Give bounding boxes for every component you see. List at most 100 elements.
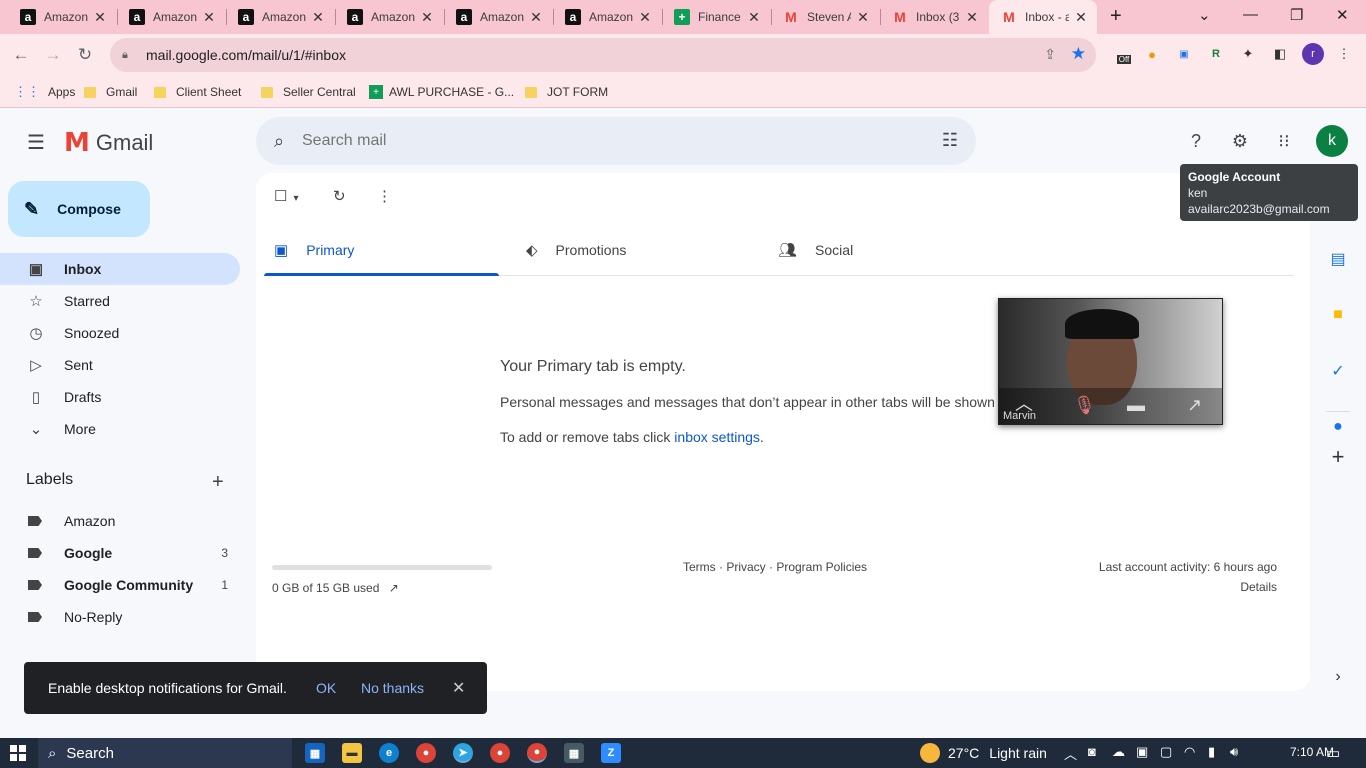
close-icon[interactable]: ✕ (964, 9, 980, 26)
keep-icon[interactable]: ■ (1328, 305, 1348, 325)
telegram-icon[interactable]: ➤ (453, 743, 473, 763)
browser-tab[interactable]: a Amazon ✕ (226, 0, 334, 34)
tab-social[interactable]: 👥︎ Social (778, 223, 853, 277)
calculator-icon[interactable]: ▦ (564, 743, 584, 763)
chevron-up-icon[interactable]: ︿ (1064, 744, 1077, 763)
close-icon[interactable]: ✕ (452, 678, 465, 698)
gmail-logo[interactable]: M Gmail (64, 128, 153, 158)
tab-promotions[interactable]: ⬖ Promotions (526, 223, 626, 277)
bookmark-client-sheet[interactable]: Client Sheet (154, 82, 241, 102)
menu-kebab-icon[interactable]: ⋮ (1334, 44, 1354, 64)
onedrive-icon[interactable]: ☁ (1112, 744, 1125, 760)
browser-tab[interactable]: M Steven A ✕ (771, 0, 879, 34)
bookmark-jot-form[interactable]: JOT FORM (525, 82, 608, 102)
video-camera-icon[interactable]: ▬ (1127, 395, 1145, 416)
label-item-google[interactable]: Google 3 (0, 537, 240, 569)
browser-tab[interactable]: M Inbox (3 ✕ (880, 0, 988, 34)
compose-button[interactable]: ✎ Compose (8, 181, 150, 237)
label-item-no-reply[interactable]: No-Reply (0, 601, 240, 633)
select-checkbox[interactable]: ☐ ▾ (274, 187, 298, 205)
edge-icon[interactable]: e (379, 743, 399, 763)
close-icon[interactable]: ✕ (528, 9, 544, 26)
label-item-google-community[interactable]: Google Community 1 (0, 569, 240, 601)
inbox-settings-link[interactable]: inbox settings (674, 429, 760, 445)
browser-tab[interactable]: a Amazon ✕ (8, 0, 116, 34)
notification-icon[interactable]: ▭ (1326, 744, 1340, 762)
footer-links[interactable]: Terms · Privacy · Program Policies (683, 560, 867, 574)
windows-start-icon[interactable] (10, 745, 26, 761)
bookmark-apps[interactable]: ⋮⋮ Apps (14, 82, 75, 102)
close-icon[interactable]: ✕ (637, 9, 653, 26)
nav-item-snoozed[interactable]: ◷ Snoozed (0, 317, 240, 349)
search-icon[interactable]: ⌕ (256, 131, 302, 152)
puzzle-icon[interactable]: ✦ (1238, 44, 1258, 64)
chrome-icon[interactable]: ● (490, 743, 510, 763)
browser-tab[interactable]: a Amazon ✕ (444, 0, 552, 34)
close-icon[interactable]: ✕ (419, 9, 435, 26)
chevron-right-icon[interactable]: › (1328, 667, 1348, 687)
browser-tab[interactable]: a Amazon ✕ (553, 0, 661, 34)
tab-search-icon[interactable]: ⌄ (1198, 6, 1211, 24)
account-avatar[interactable]: k (1316, 125, 1348, 157)
side-panel-icon[interactable]: ◧ (1270, 44, 1290, 64)
tab-primary[interactable]: ▣ Primary (274, 223, 354, 277)
back-icon[interactable]: ← (8, 42, 34, 68)
calendar-icon[interactable]: ▤ (1328, 249, 1348, 269)
google-apps-icon[interactable]: ⁝⁝ (1272, 129, 1296, 153)
search-options-icon[interactable]: ☷ (942, 130, 958, 151)
no-thanks-button[interactable]: No thanks (361, 680, 424, 696)
file-explorer-icon[interactable]: ▬ (342, 743, 362, 763)
ok-button[interactable]: OK (316, 680, 336, 696)
nav-item-inbox[interactable]: ▣ Inbox (0, 253, 240, 285)
new-tab-icon[interactable]: + (1110, 5, 1122, 28)
external-link-icon[interactable]: ↗ (389, 581, 399, 595)
video-call-pip[interactable]: ︿ 🎙︎ ▬ ↗ Marvin (998, 298, 1223, 425)
label-item-amazon[interactable]: Amazon (0, 505, 240, 537)
browser-tab[interactable]: a Amazon ✕ (117, 0, 225, 34)
share-icon[interactable]: ⇪ (1044, 46, 1056, 63)
forward-icon[interactable]: → (40, 42, 66, 68)
chrome-icon[interactable]: ● (527, 743, 547, 763)
minimize-icon[interactable]: — (1243, 6, 1258, 23)
extension-off-icon[interactable]: Off (1114, 44, 1134, 64)
zoom-icon[interactable]: Z (601, 743, 621, 763)
open-window-icon[interactable]: ↗ (1187, 395, 1202, 416)
tray-app-icon[interactable]: ▣ (1136, 744, 1148, 760)
bookmark-seller-central[interactable]: Seller Central (261, 82, 356, 102)
fba-extension-icon[interactable]: ▣ (1174, 44, 1194, 64)
meet-icon[interactable]: ◙ (1088, 744, 1096, 759)
nav-item-more[interactable]: ⌄ More (0, 413, 240, 445)
bookmark-gmail[interactable]: Gmail (84, 82, 137, 102)
window-close-icon[interactable]: ✕ (1336, 6, 1349, 24)
close-icon[interactable]: ✕ (201, 9, 217, 26)
close-icon[interactable]: ✕ (746, 9, 762, 26)
weather-widget[interactable]: 27°C Light rain (920, 743, 1047, 763)
add-addon-icon[interactable]: + (1328, 444, 1348, 469)
bookmark-star-icon[interactable]: ★ (1071, 44, 1086, 64)
maximize-icon[interactable]: ❐ (1290, 6, 1303, 24)
rs-extension-icon[interactable]: R (1206, 44, 1226, 64)
close-icon[interactable]: ✕ (1073, 9, 1089, 26)
help-icon[interactable]: ? (1184, 129, 1208, 153)
firefox-extension-icon[interactable]: ● (1142, 44, 1162, 64)
close-icon[interactable]: ✕ (855, 9, 871, 26)
bookmark-awl-purchase[interactable]: + AWL PURCHASE - G... (369, 82, 514, 102)
tasks-icon[interactable]: ✓ (1328, 361, 1348, 381)
chrome-icon[interactable]: ● (416, 743, 436, 763)
settings-gear-icon[interactable]: ⚙ (1228, 129, 1252, 153)
address-bar[interactable]: 🔒︎ mail.google.com/mail/u/1/#inbox ⇪ ★ (110, 38, 1096, 72)
microphone-icon[interactable]: ▮ (1208, 744, 1215, 760)
storage-usage[interactable]: 0 GB of 15 GB used ↗ (272, 581, 399, 595)
search-input[interactable] (302, 132, 902, 150)
volume-icon[interactable]: 🔊︎ (1230, 744, 1238, 760)
refresh-icon[interactable]: ↻ (333, 187, 346, 205)
tray-app-icon[interactable]: ▢ (1160, 744, 1172, 760)
add-label-icon[interactable]: + (212, 471, 224, 494)
close-icon[interactable]: ✕ (92, 9, 108, 26)
main-menu-icon[interactable]: ☰ (24, 130, 48, 154)
caret-down-icon[interactable]: ▾ (293, 193, 298, 204)
browser-tab-active[interactable]: M Inbox - a ✕ (989, 0, 1097, 34)
nav-item-drafts[interactable]: ▯ Drafts (0, 381, 240, 413)
details-link[interactable]: Details (1240, 580, 1277, 594)
nav-item-sent[interactable]: ▷ Sent (0, 349, 240, 381)
